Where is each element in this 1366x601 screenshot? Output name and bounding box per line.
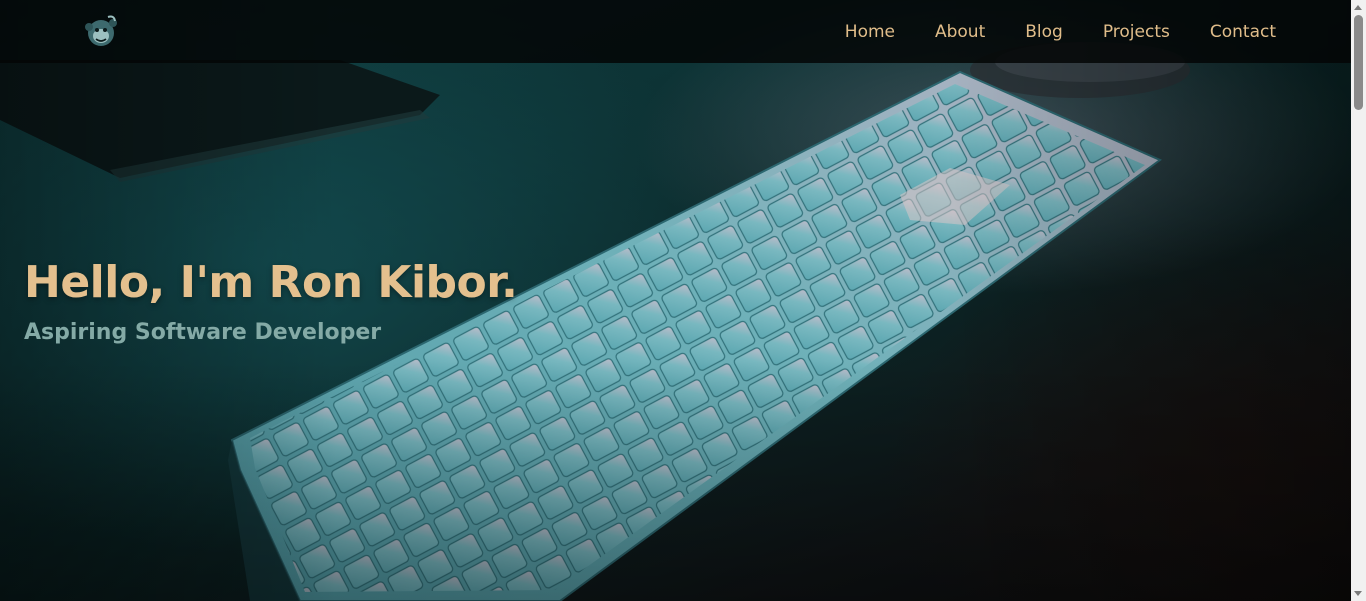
- hero-title: Hello, I'm Ron Kibor.: [24, 257, 518, 308]
- hero-text: Hello, I'm Ron Kibor. Aspiring Software …: [24, 252, 518, 348]
- scroll-up-arrow-icon[interactable]: [1354, 5, 1362, 10]
- page-scrollbar[interactable]: [1351, 0, 1366, 601]
- monkey-logo-icon[interactable]: [84, 13, 118, 49]
- page: Home About Blog Projects Contact Hello, …: [0, 0, 1366, 601]
- scroll-thumb[interactable]: [1354, 15, 1363, 110]
- scroll-down-arrow-icon[interactable]: [1354, 591, 1362, 596]
- navbar: Home About Blog Projects Contact: [0, 0, 1351, 63]
- nav-about-link[interactable]: About: [935, 22, 985, 42]
- nav-projects-link[interactable]: Projects: [1103, 22, 1170, 42]
- nav-home-link[interactable]: Home: [845, 22, 895, 42]
- nav-blog-link[interactable]: Blog: [1025, 22, 1063, 42]
- hero-subtitle: Aspiring Software Developer: [24, 320, 382, 345]
- nav-contact-link[interactable]: Contact: [1210, 22, 1276, 42]
- nav-links: Home About Blog Projects Contact: [845, 0, 1276, 63]
